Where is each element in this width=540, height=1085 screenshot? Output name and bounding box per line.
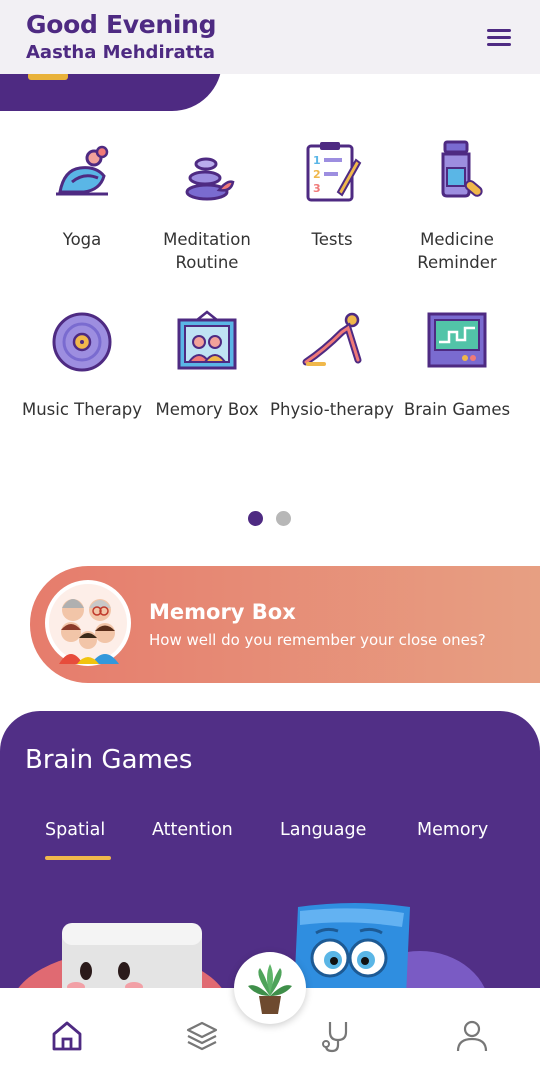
feature-label: Music Therapy [21,400,142,419]
feature-label: Physio-therapy [270,400,394,419]
layers-icon[interactable] [184,1018,220,1054]
feature-label: Brain Games [403,400,511,419]
greeting-text: Good Evening [26,10,217,39]
feature-label: Medicine Reminder [417,230,497,272]
tab-memory[interactable]: Memory [417,820,488,840]
app-header: Good Evening Aastha Mehdiratta [0,0,540,74]
feature-tests[interactable]: 1 2 3 Tests [262,140,402,251]
profile-icon[interactable] [454,1018,490,1054]
tab-language[interactable]: Language [280,820,366,840]
svg-text:1: 1 [313,154,321,167]
feature-brain-games[interactable]: Brain Games [387,310,527,421]
feature-music-therapy[interactable]: Music Therapy [12,310,152,421]
feature-medicine-reminder[interactable]: Medicine Reminder [387,140,527,274]
carousel-pager [248,511,298,527]
home-icon[interactable] [49,1018,85,1054]
feature-physiotherapy[interactable]: Physio-therapy [262,310,402,421]
hamburger-menu-icon[interactable] [484,24,514,50]
memory-card-subtitle: How well do you remember your close ones… [149,631,486,649]
user-name: Aastha Mehdiratta [26,42,215,63]
feature-yoga[interactable]: Yoga [12,140,152,251]
active-tab-indicator [45,856,111,860]
photo-frame-icon [177,310,237,370]
pager-dot-active[interactable] [248,511,263,526]
family-avatar-icon [45,580,131,666]
brain-games-title: Brain Games [25,745,193,775]
physiotherapy-stretch-icon [302,312,362,366]
tab-spatial[interactable]: Spatial [45,820,105,840]
meditation-stones-icon [185,157,235,201]
game-screen-icon [427,312,487,368]
medicine-bottle-icon [441,140,483,198]
vinyl-record-icon [52,312,112,372]
tab-attention[interactable]: Attention [152,820,233,840]
svg-text:3: 3 [313,182,321,195]
memory-card-title: Memory Box [149,600,296,624]
svg-text:2: 2 [313,168,321,181]
feature-label: Meditation Routine [163,230,251,272]
plant-icon[interactable] [234,952,306,1024]
memory-box-card[interactable]: Memory Box How well do you remember your… [30,566,540,683]
clipboard-test-icon: 1 2 3 [306,142,362,202]
feature-label: Memory Box [155,400,259,419]
feature-label: Tests [311,230,353,249]
feature-memory-box[interactable]: Memory Box [137,310,277,421]
pager-dot[interactable] [276,511,291,526]
feature-meditation-routine[interactable]: Meditation Routine [137,140,277,274]
feature-label: Yoga [62,230,102,249]
yoga-icon [56,145,109,196]
stethoscope-icon[interactable] [320,1018,356,1054]
